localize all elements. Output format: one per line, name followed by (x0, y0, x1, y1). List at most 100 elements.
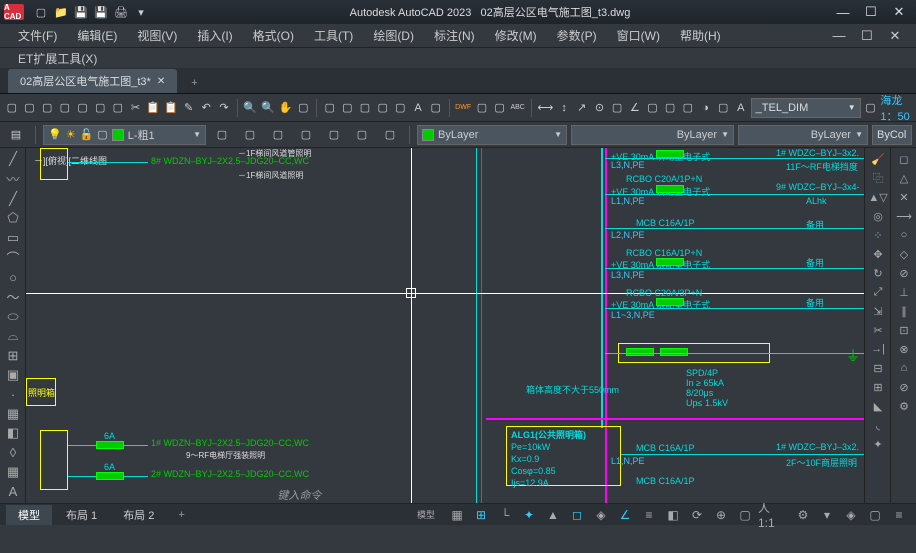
app-logo[interactable]: A CAD (4, 4, 24, 20)
tool-dwf-icon[interactable]: DWF (454, 97, 472, 119)
text-icon[interactable]: A (2, 483, 24, 501)
linetype-combo[interactable]: ByLayer ▼ (571, 125, 734, 145)
snap-none-icon[interactable]: ⊘ (893, 378, 915, 396)
menu-window[interactable]: 窗口(W) (607, 24, 670, 47)
tool-icon[interactable]: ↷ (216, 97, 232, 119)
grid-icon[interactable]: ▦ (446, 505, 468, 525)
menu-edit[interactable]: 编辑(E) (67, 24, 127, 47)
qat-more-icon[interactable]: ▾ (132, 3, 150, 21)
break-icon[interactable]: ⊟ (867, 359, 889, 377)
tool-icon[interactable]: ▢ (322, 124, 346, 146)
doc-max-button[interactable]: ☐ (854, 27, 880, 45)
insert-icon[interactable]: ⊞ (2, 346, 24, 364)
tool-icon[interactable]: ◑ (698, 97, 714, 119)
hatch-icon[interactable]: ▦ (2, 405, 24, 423)
snap-node-icon[interactable]: ⊗ (893, 340, 915, 358)
tool-icon[interactable]: A (410, 97, 426, 119)
tool-icon[interactable]: ▢ (266, 124, 290, 146)
layout-add-button[interactable]: + (168, 507, 194, 523)
join-icon[interactable]: ⊞ (867, 378, 889, 396)
plot-icon[interactable]: 🖨 (112, 3, 130, 21)
command-prompt[interactable]: 键入命令 (277, 487, 321, 503)
tool-icon[interactable]: ▢ (645, 97, 661, 119)
lineweight-combo[interactable]: ByLayer ▼ (738, 125, 868, 145)
snap-icon[interactable]: ⊞ (470, 505, 492, 525)
dim-icon[interactable]: ↗ (574, 97, 590, 119)
array-icon[interactable]: ⁘ (867, 226, 889, 244)
menu-dim[interactable]: 标注(N) (424, 24, 485, 47)
layout-tab[interactable]: 布局 1 (54, 505, 109, 525)
otrack-icon[interactable]: ∠ (614, 505, 636, 525)
3dosnap-icon[interactable]: ◈ (590, 505, 612, 525)
line-icon[interactable]: ╱ (2, 150, 24, 168)
rotate-icon[interactable]: ↻ (867, 264, 889, 282)
fillet-icon[interactable]: ◟ (867, 416, 889, 434)
color-combo[interactable]: ByLayer ▼ (417, 125, 567, 145)
tool-icon[interactable]: ▢ (75, 97, 91, 119)
block-icon[interactable]: ▣ (2, 366, 24, 384)
arc-icon[interactable]: ⌒ (2, 248, 24, 267)
snap-per-icon[interactable]: ⊥ (893, 283, 915, 301)
move-icon[interactable]: ✥ (867, 245, 889, 263)
point-icon[interactable]: · (2, 385, 24, 403)
menu-view[interactable]: 视图(V) (127, 24, 187, 47)
dim-icon[interactable]: ⊙ (592, 97, 608, 119)
tool-icon[interactable]: ▢ (662, 97, 678, 119)
snap-set-icon[interactable]: ⚙ (893, 397, 915, 415)
snap-mid-icon[interactable]: △ (893, 169, 915, 187)
stretch-icon[interactable]: ⇲ (867, 302, 889, 320)
iso-icon[interactable]: ▲ (542, 505, 564, 525)
plotstyle-combo[interactable]: ByCol (872, 125, 912, 145)
clean-icon[interactable]: ▢ (864, 505, 886, 525)
erase-icon[interactable]: 🧹 (867, 150, 889, 168)
tool-icon[interactable]: ∠ (627, 97, 643, 119)
tool-icon[interactable]: A (733, 97, 749, 119)
scale-icon[interactable]: 人 1:1 (758, 505, 790, 525)
tool-icon[interactable]: ▢ (715, 97, 731, 119)
layer-combo[interactable]: 💡 ☀ 🔓 ▢ L-粗1 ▼ (43, 125, 206, 145)
pline-icon[interactable]: 〰 (2, 169, 24, 188)
menu-help[interactable]: 帮助(H) (670, 24, 731, 47)
save-icon[interactable]: 💾 (72, 3, 90, 21)
open-icon[interactable]: 📁 (52, 3, 70, 21)
add-tab-button[interactable]: + (181, 73, 207, 93)
snap-end-icon[interactable]: ◻ (893, 150, 915, 168)
cycle-icon[interactable]: ⟳ (686, 505, 708, 525)
tool-icon[interactable]: ▢ (863, 97, 879, 119)
tool-icon[interactable]: ▢ (92, 97, 108, 119)
qp-icon[interactable]: ▢ (734, 505, 756, 525)
tool-icon[interactable]: ▢ (322, 97, 338, 119)
snap-ext-icon[interactable]: ⟶ (893, 207, 915, 225)
tool-icon[interactable]: ▢ (57, 97, 73, 119)
tool-icon[interactable]: ▢ (375, 97, 391, 119)
snap-ins-icon[interactable]: ⊡ (893, 321, 915, 339)
trim-icon[interactable]: ✂ (867, 321, 889, 339)
earc-icon[interactable]: ⌓ (2, 327, 24, 345)
tool-icon[interactable]: 📋 (163, 97, 179, 119)
maximize-button[interactable]: ☐ (858, 3, 884, 21)
xline-icon[interactable]: ╱ (2, 189, 24, 207)
tool-icon[interactable]: ▢ (22, 97, 38, 119)
dim-icon[interactable]: ⟷ (536, 97, 554, 119)
layer-prop-icon[interactable]: ▤ (4, 124, 28, 146)
tool-icon[interactable]: ▢ (294, 124, 318, 146)
tool-icon[interactable]: ▢ (110, 97, 126, 119)
menu-param[interactable]: 参数(P) (547, 24, 607, 47)
tool-icon[interactable]: ▢ (210, 124, 234, 146)
region-icon[interactable]: ◊ (2, 444, 24, 462)
document-tab[interactable]: 02高层公区电气施工图_t3* ✕ (8, 69, 177, 93)
table-icon[interactable]: ▦ (2, 463, 24, 481)
snap-par-icon[interactable]: ∥ (893, 302, 915, 320)
model-button[interactable]: 模型 (408, 505, 444, 525)
menu-format[interactable]: 格式(O) (243, 24, 304, 47)
extend-icon[interactable]: →| (867, 340, 889, 358)
doc-min-button[interactable]: — (826, 27, 852, 45)
polar-icon[interactable]: ✦ (518, 505, 540, 525)
menu-insert[interactable]: 插入(I) (187, 24, 242, 47)
tool-icon[interactable]: ▢ (4, 97, 20, 119)
tool-icon[interactable]: ▢ (296, 97, 312, 119)
tool-icon[interactable]: ✎ (181, 97, 197, 119)
tool-icon[interactable]: ▢ (39, 97, 55, 119)
tool-icon[interactable]: ▢ (428, 97, 444, 119)
dim-icon[interactable]: ▢ (609, 97, 625, 119)
